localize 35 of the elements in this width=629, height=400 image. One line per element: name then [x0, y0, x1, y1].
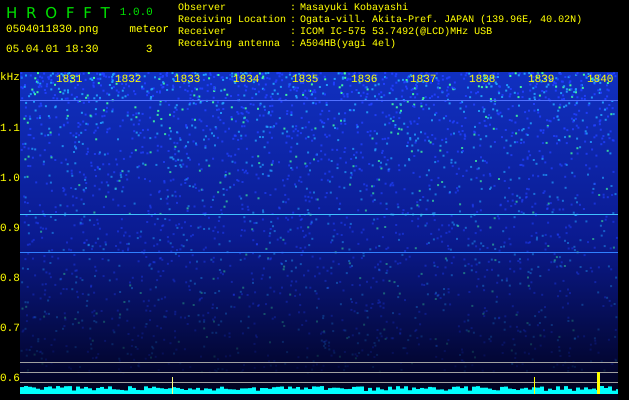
- info-value: Masayuki Kobayashi: [300, 3, 410, 14]
- time-label: 1834: [233, 74, 260, 86]
- info-separator: :: [290, 15, 296, 27]
- info-separator: :: [290, 27, 296, 39]
- time-label: 1840: [587, 74, 614, 86]
- axis-label: 0.7: [0, 323, 20, 335]
- info-label: Receiver: [178, 27, 228, 38]
- time-label: 1833: [174, 74, 202, 86]
- app-title: H R O F F T: [6, 4, 112, 22]
- axis-label: 1.0: [0, 173, 20, 185]
- axis-label: 0.6: [0, 373, 20, 385]
- info-label: Receiving Location: [178, 15, 286, 26]
- file-name: 0504011830.png: [6, 24, 98, 36]
- version-text: 1.0.0: [120, 7, 153, 19]
- info-label: Observer: [178, 3, 228, 14]
- meteor-label: meteor: [128, 24, 170, 36]
- info-separator: :: [290, 39, 296, 51]
- time-label: 1832: [115, 74, 142, 86]
- info-label: Receiving antenna: [178, 39, 282, 51]
- time-label: 1831: [56, 74, 84, 86]
- time-label: 1838: [469, 74, 496, 86]
- time-label: 1839: [528, 74, 556, 86]
- info-value: ICOM IC-575 53.7492(@LCD)MHz USB: [300, 27, 494, 38]
- axis-label: 1.1: [0, 123, 20, 135]
- info-value: A504HB(yagi 4el): [300, 39, 398, 51]
- info-value: Ogata-vill. Akita-Pref. JAPAN (139.96E, 40.02N): [300, 15, 582, 26]
- time-label: 1835: [292, 74, 320, 86]
- meteor-count: 3: [144, 44, 154, 56]
- date-time: 05.04.01 18:30: [6, 44, 98, 56]
- unit-label: kHz: [0, 72, 20, 86]
- info-separator: :: [290, 3, 296, 15]
- axis-label: 0.9: [0, 223, 20, 235]
- time-label: 1836: [351, 74, 378, 86]
- time-label: 1837: [410, 74, 438, 86]
- axis-label: 0.8: [0, 273, 20, 285]
